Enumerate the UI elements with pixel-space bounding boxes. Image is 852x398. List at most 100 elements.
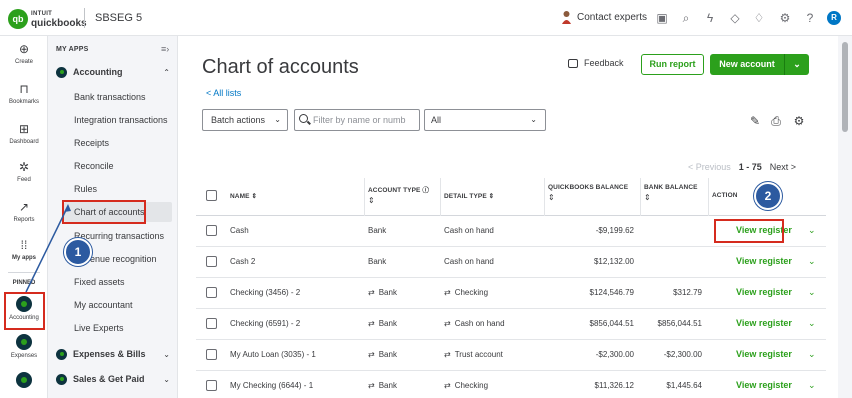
nav-fixed-assets[interactable]: Fixed assets <box>74 277 125 287</box>
nav-receipts[interactable]: Receipts <box>74 138 109 148</box>
lightning-icon[interactable]: ϟ <box>703 11 717 25</box>
account-name[interactable]: My Auto Loan (3035) - 1 <box>230 350 316 359</box>
batch-actions-dropdown[interactable]: Batch actions ⌄ <box>202 109 288 131</box>
account-type: Bank <box>368 226 387 235</box>
nav-group-expenses[interactable]: Expenses & Bills ⌄ <box>56 346 172 362</box>
col-bank-balance[interactable]: BANK BALANCE ⇕ <box>644 184 698 202</box>
rail-reports[interactable]: ↗ Reports <box>0 200 48 223</box>
contact-experts-button[interactable]: Contact experts <box>562 10 647 24</box>
table-row[interactable]: My Checking (6644) - 1 ⇄ Bank ⇄ Checking $11,… <box>196 371 826 398</box>
collapse-menu-icon[interactable]: ≡› <box>161 44 169 54</box>
new-account-button[interactable]: New account ⌄ <box>710 54 809 75</box>
bell-icon[interactable]: ♢ <box>752 11 766 25</box>
view-register-link[interactable]: View register <box>736 380 792 390</box>
row-checkbox[interactable] <box>206 256 217 267</box>
pagination: < Previous 1 - 75 Next > <box>688 162 796 172</box>
col-name[interactable]: NAME ⇕ <box>230 192 257 200</box>
rail-divider <box>8 272 40 273</box>
settings-icon[interactable]: ⚙ <box>792 114 806 128</box>
qb-balance: -$9,199.62 <box>595 226 634 235</box>
search-icon[interactable]: ⌕ <box>679 11 693 25</box>
apps-icon[interactable]: ◇ <box>728 11 742 25</box>
all-lists-link[interactable]: < All lists <box>206 88 241 98</box>
bank-balance: $856,044.51 <box>657 319 703 328</box>
filter-input[interactable]: Filter by name or numb <box>294 109 420 131</box>
previous-page-link[interactable]: < Previous <box>688 162 731 172</box>
clipboard-icon[interactable]: ▣ <box>655 11 669 25</box>
rail-feed[interactable]: ✲ Feed <box>0 160 48 183</box>
chevron-down-icon[interactable]: ⌄ <box>808 349 816 360</box>
nav-reconcile[interactable]: Reconcile <box>74 161 114 171</box>
run-report-button[interactable]: Run report <box>641 54 704 75</box>
help-icon[interactable]: ? <box>803 11 817 25</box>
company-name[interactable]: SBSEG 5 <box>84 8 142 28</box>
nav-group-sales[interactable]: Sales & Get Paid ⌄ <box>56 371 172 387</box>
accounting-group-icon <box>56 66 67 78</box>
row-checkbox[interactable] <box>206 287 217 298</box>
row-checkbox[interactable] <box>206 225 217 236</box>
view-register-link[interactable]: View register <box>736 256 792 266</box>
chevron-down-icon[interactable]: ⌄ <box>808 287 816 298</box>
account-type-select[interactable]: All ⌄ <box>424 109 546 131</box>
view-register-link[interactable]: View register <box>736 349 792 359</box>
print-icon[interactable]: ⎙ <box>769 114 783 128</box>
rail-create[interactable]: ⊕ Create <box>0 42 48 65</box>
view-register-link[interactable]: View register <box>736 318 792 328</box>
chevron-down-icon[interactable]: ⌄ <box>808 256 816 267</box>
bank-feed-icon: ⇄ <box>444 319 451 328</box>
scrollbar-thumb[interactable] <box>842 42 848 132</box>
view-register-link[interactable]: View register <box>736 287 792 297</box>
col-account-type[interactable]: ACCOUNT TYPE ⓘ ⇕ <box>368 184 429 205</box>
account-name[interactable]: Cash 2 <box>230 257 255 266</box>
nav-my-accountant[interactable]: My accountant <box>74 300 133 310</box>
row-checkbox[interactable] <box>206 349 217 360</box>
expenses-app-icon <box>16 334 32 350</box>
rail-expenses[interactable]: Expenses <box>0 334 48 359</box>
rail-bookmarks[interactable]: ⊓ Bookmarks <box>0 82 48 105</box>
qb-balance: -$2,300.00 <box>595 350 634 359</box>
account-name[interactable]: Checking (6591) - 2 <box>230 319 300 328</box>
chevron-down-icon[interactable]: ⌄ <box>808 318 816 329</box>
col-qb-balance[interactable]: QUICKBOOKS BALANCE ⇕ <box>548 184 628 202</box>
qb-balance: $856,044.51 <box>589 319 635 328</box>
rail-sales[interactable] <box>0 372 48 391</box>
quickbooks-logo[interactable]: qb INTUIT quickbooks <box>8 9 87 29</box>
account-type: Bank <box>368 257 387 266</box>
row-checkbox[interactable] <box>206 380 217 391</box>
chevron-down-icon[interactable]: ⌄ <box>785 54 809 75</box>
main-content: Chart of accounts < All lists Feedback R… <box>178 36 838 398</box>
account-name[interactable]: Cash <box>230 226 249 235</box>
bank-feed-icon: ⇄ <box>368 381 375 390</box>
account-name[interactable]: My Checking (6644) - 1 <box>230 381 313 390</box>
table-row[interactable]: Cash 2 Bank Cash on hand $12,132.00 View reg… <box>196 247 826 278</box>
nav-rules[interactable]: Rules <box>74 184 97 194</box>
table-row[interactable]: My Auto Loan (3035) - 1 ⇄ Bank ⇄ Trust accou… <box>196 340 826 371</box>
account-name[interactable]: Checking (3456) - 2 <box>230 288 300 297</box>
bank-balance: $1,445.64 <box>666 381 702 390</box>
pencil-icon[interactable]: ✎ <box>748 114 762 128</box>
nav-integration-transactions[interactable]: Integration transactions <box>74 115 168 125</box>
highlight-chart-of-accounts <box>62 200 146 224</box>
chevron-down-icon: ⌄ <box>530 115 537 124</box>
callout-step-1: 1 <box>64 238 92 266</box>
select-all-checkbox[interactable] <box>206 190 217 201</box>
nav-live-experts[interactable]: Live Experts <box>74 323 124 333</box>
table-row[interactable]: Checking (6591) - 2 ⇄ Bank ⇄ Cash on hand $85… <box>196 309 826 340</box>
row-checkbox[interactable] <box>206 318 217 329</box>
gear-icon[interactable]: ⚙ <box>778 11 792 25</box>
bank-feed-icon: ⇄ <box>368 319 375 328</box>
rail-dashboard[interactable]: ⊞ Dashboard <box>0 122 48 145</box>
bank-feed-icon: ⇄ <box>444 381 451 390</box>
feedback-button[interactable]: Feedback <box>568 58 624 68</box>
nav-recurring-transactions[interactable]: Recurring transactions <box>74 231 164 241</box>
user-avatar[interactable]: R <box>827 11 841 25</box>
nav-bank-transactions[interactable]: Bank transactions <box>74 92 146 102</box>
rail-my-apps[interactable]: ⁞⁞ My apps <box>0 238 48 261</box>
chevron-down-icon[interactable]: ⌄ <box>808 225 816 236</box>
col-detail-type[interactable]: DETAIL TYPE ⇕ <box>444 192 494 200</box>
scrollbar[interactable] <box>838 36 852 398</box>
next-page-link[interactable]: Next > <box>770 162 796 172</box>
chevron-down-icon[interactable]: ⌄ <box>808 380 816 391</box>
table-row[interactable]: Checking (3456) - 2 ⇄ Bank ⇄ Checking $124,54… <box>196 278 826 309</box>
nav-group-accounting[interactable]: Accounting ⌃ <box>56 64 172 80</box>
